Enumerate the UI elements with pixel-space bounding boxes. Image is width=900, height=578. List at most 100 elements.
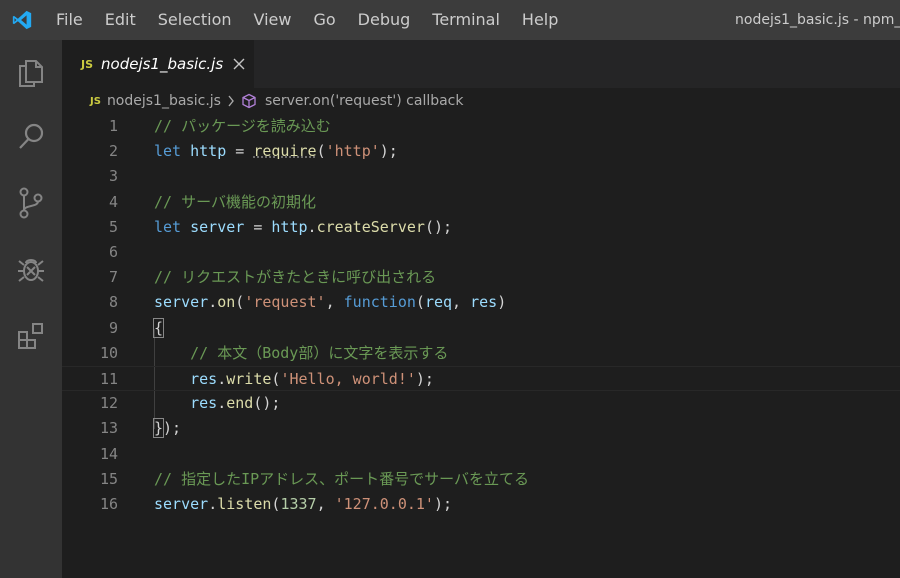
code-token: let	[154, 217, 182, 236]
chevron-right-icon	[227, 95, 235, 107]
code-line[interactable]: 4 // サーバ機能の初期化	[62, 190, 900, 215]
files-icon[interactable]	[13, 54, 49, 90]
code-token: .	[307, 217, 317, 236]
menu-help[interactable]: Help	[511, 0, 569, 40]
code-line[interactable]: 11 res.write('Hello, world!');	[62, 366, 900, 391]
line-number: 12	[99, 394, 118, 413]
code-line[interactable]: 2 let http = require('http');	[62, 139, 900, 164]
code-token: let	[154, 142, 182, 161]
code-token: function	[343, 293, 416, 312]
code-editor[interactable]: 1// パッケージを読み込む 2 let http = require('http'…	[62, 114, 900, 578]
vscode-logo-icon	[0, 0, 44, 40]
code-line[interactable]: 7 // リクエストがきたときに呼び出される	[62, 265, 900, 290]
code-line[interactable]: 15 // 指定したIPアドレス、ポート番号でサーバを立てる	[62, 467, 900, 492]
breadcrumb: JS nodejs1_basic.js server.on('request')…	[62, 88, 900, 114]
tab-bar: JS nodejs1_basic.js	[62, 40, 900, 88]
code-token: );	[379, 142, 398, 161]
code-line[interactable]: 8 server.on('request', function(req, res)	[62, 290, 900, 315]
line-code: res.end();	[154, 391, 280, 416]
code-token: // パッケージを読み込む	[154, 117, 331, 135]
breadcrumb-symbol[interactable]: server.on('request') callback	[265, 93, 464, 109]
code-token: ,	[316, 495, 335, 513]
code-token: =	[244, 217, 272, 236]
code-line[interactable]: 14	[62, 442, 900, 467]
code-line[interactable]: 9{	[62, 316, 900, 341]
search-icon[interactable]	[13, 119, 49, 155]
tab-nodejs1-basic[interactable]: JS nodejs1_basic.js	[62, 40, 254, 88]
line-number: 11	[99, 370, 118, 388]
line-code: // サーバ機能の初期化	[154, 190, 316, 215]
code-token: req	[424, 293, 453, 312]
code-token: {	[152, 317, 165, 338]
code-token: write	[226, 370, 272, 388]
code-token: end	[226, 394, 254, 413]
window-title: nodejs1_basic.js - npm_s	[735, 12, 900, 28]
extensions-icon[interactable]	[13, 318, 49, 354]
code-token: // 本文（Body部）に文字を表示する	[190, 343, 449, 362]
code-line[interactable]: 5 let server = http.createServer();	[62, 215, 900, 240]
code-token: 'Hello, world!'	[280, 370, 416, 388]
code-line[interactable]: 3	[62, 164, 900, 189]
menu-file[interactable]: File	[44, 0, 94, 40]
code-token: );	[415, 370, 434, 388]
code-token: server	[154, 495, 209, 513]
js-file-icon: JS	[81, 57, 94, 71]
breadcrumb-file[interactable]: nodejs1_basic.js	[107, 93, 221, 109]
code-token: createServer	[316, 217, 425, 236]
code-token: http	[271, 217, 308, 236]
code-token: server	[190, 217, 245, 236]
line-number: 15	[99, 469, 118, 488]
line-number: 2	[108, 142, 118, 161]
line-number: 8	[108, 293, 118, 312]
line-number: 5	[108, 217, 118, 236]
code-line[interactable]: 16 server.listen(1337, '127.0.0.1');	[62, 492, 900, 517]
line-code: server.on('request', function(req, res)	[154, 290, 506, 315]
menu-edit[interactable]: Edit	[94, 0, 147, 40]
line-code: let http = require('http');	[154, 139, 398, 164]
menu-terminal[interactable]: Terminal	[421, 0, 511, 40]
code-token: on	[217, 293, 236, 312]
code-token: ,	[325, 293, 344, 312]
code-line[interactable]: 6	[62, 240, 900, 265]
code-token: (	[415, 293, 425, 312]
menu-go[interactable]: Go	[302, 0, 346, 40]
code-token: .	[217, 370, 227, 388]
code-token: http	[190, 142, 227, 161]
line-number: 9	[108, 318, 118, 337]
source-control-icon[interactable]	[13, 185, 49, 221]
code-token: listen	[217, 495, 272, 513]
code-line[interactable]: 13});	[62, 416, 900, 441]
code-token: .	[208, 495, 218, 513]
code-token: res	[470, 293, 498, 312]
code-token: server	[154, 293, 209, 312]
debug-icon[interactable]	[13, 251, 49, 287]
line-number: 16	[99, 495, 118, 513]
title-bar: File Edit Selection View Go Debug Termin…	[0, 0, 900, 40]
line-code: let server = http.createServer();	[154, 215, 452, 240]
method-cube-icon	[241, 93, 257, 109]
line-code: });	[152, 416, 181, 441]
code-line[interactable]: 10 // 本文（Body部）に文字を表示する	[62, 341, 900, 366]
code-token: res	[190, 370, 218, 388]
code-line[interactable]: 1 // パッケージを読み込む	[62, 114, 900, 139]
line-code: res.write('Hello, world!');	[154, 367, 434, 392]
code-token: =	[226, 142, 254, 161]
code-token: .	[208, 293, 218, 312]
code-token: res	[190, 394, 218, 413]
line-code: server.listen(1337, '127.0.0.1');	[154, 492, 452, 517]
code-line[interactable]: 12 res.end();	[62, 391, 900, 416]
menu-view[interactable]: View	[243, 0, 303, 40]
close-icon[interactable]	[233, 58, 245, 70]
menu-selection[interactable]: Selection	[147, 0, 243, 40]
tab-label: nodejs1_basic.js	[101, 55, 224, 73]
js-file-icon: JS	[90, 95, 101, 107]
menu-debug[interactable]: Debug	[347, 0, 422, 40]
line-number: 6	[108, 243, 118, 261]
line-number: 10	[99, 343, 118, 362]
code-token: (	[316, 142, 326, 161]
